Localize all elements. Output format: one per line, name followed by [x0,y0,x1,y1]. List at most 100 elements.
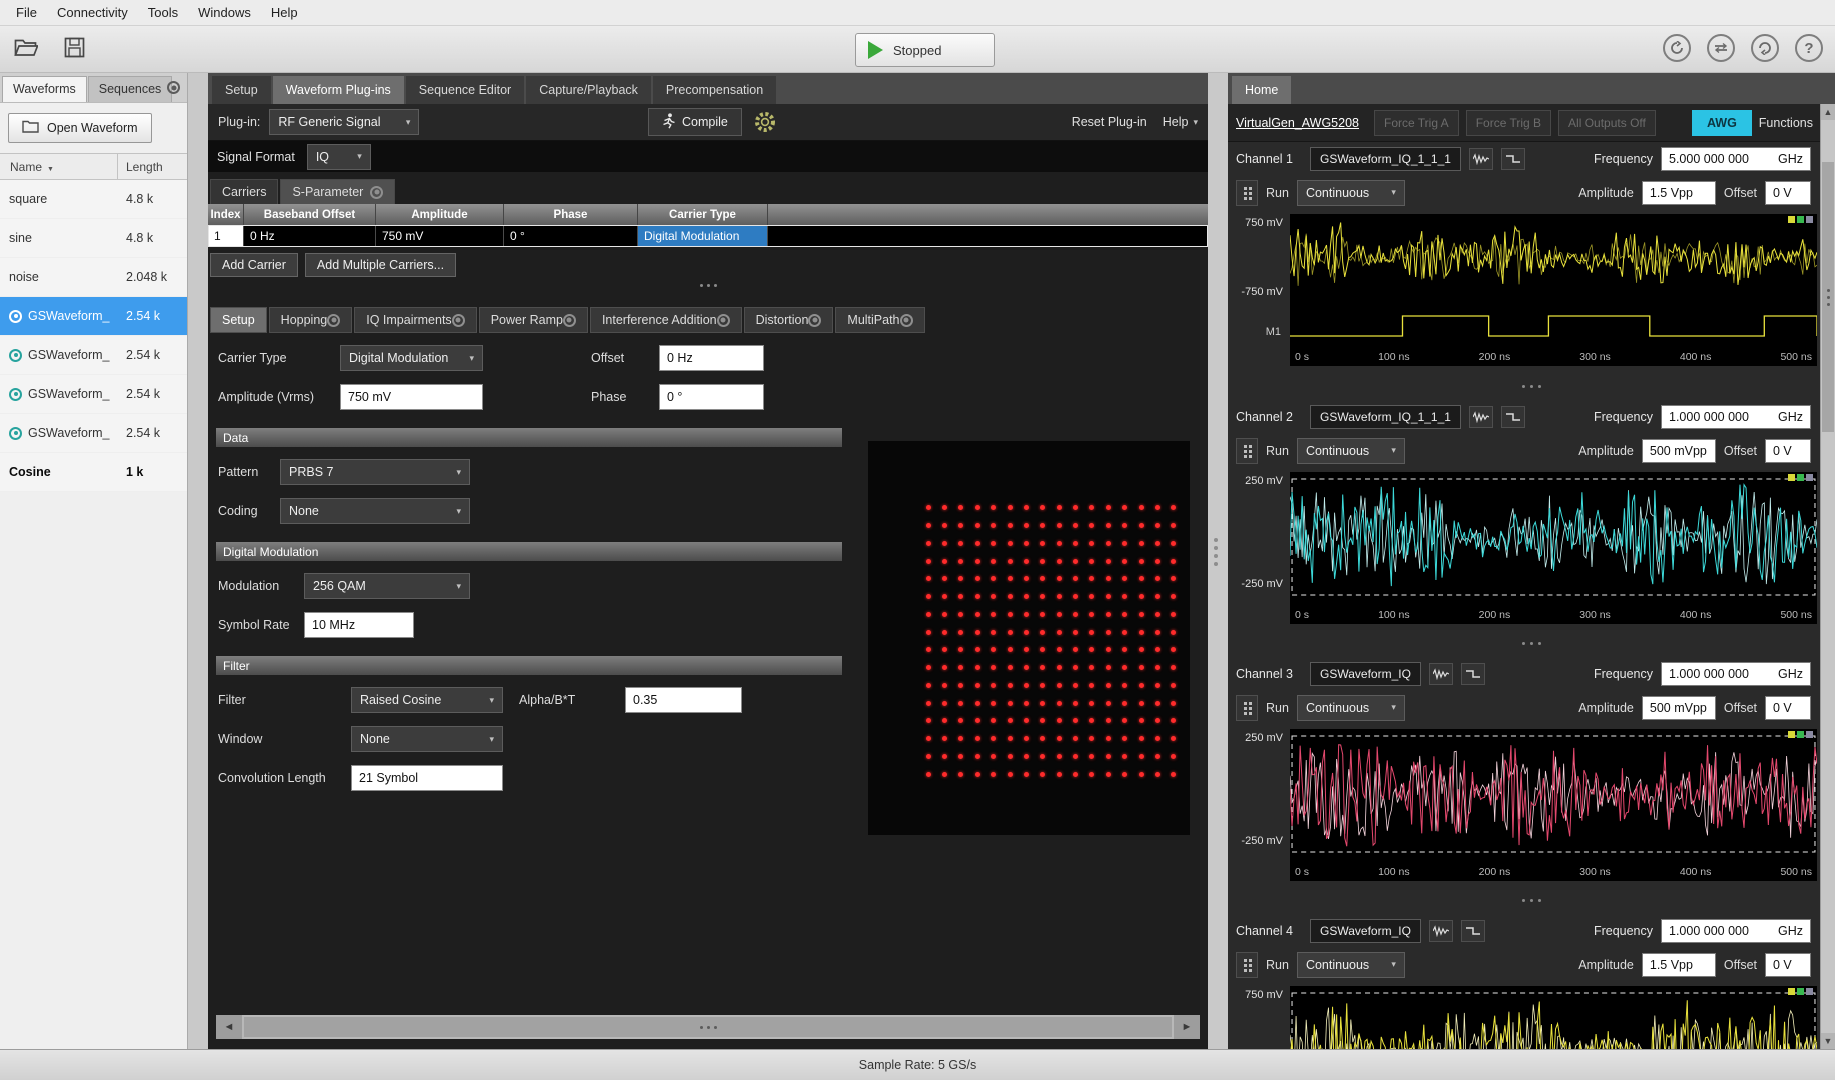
frequency-input[interactable]: 1.000 000 000GHz [1661,662,1811,686]
toggle-icon[interactable] [327,314,340,327]
tab-setup[interactable]: Setup [212,76,271,104]
list-item[interactable]: Cosine 1 k [0,453,187,492]
marker-icon[interactable] [1461,663,1485,685]
subtab-hopping[interactable]: Hopping [269,307,353,333]
waveform-icon[interactable] [1469,148,1493,170]
waveform-icon[interactable] [1469,406,1493,428]
modulation-select[interactable]: 256 QAM [304,573,470,599]
list-item[interactable]: sine 4.8 k [0,219,187,258]
menu-connectivity[interactable]: Connectivity [47,2,138,23]
amplitude-input[interactable]: 500 mVpp [1642,696,1716,720]
marker-icon[interactable] [1461,920,1485,942]
vertical-scrollbar[interactable] [1820,104,1835,1049]
window-select[interactable]: None [351,726,503,752]
channel-output-button[interactable] [1236,952,1258,978]
plugin-help-button[interactable]: Help [1163,115,1198,129]
compile-button[interactable]: Compile [648,108,742,136]
menu-help[interactable]: Help [261,2,308,23]
frequency-input[interactable]: 1.000 000 000GHz [1661,405,1811,429]
run-mode-select[interactable]: Continuous [1297,438,1405,464]
subtab-iq-impairments[interactable]: IQ Impairments [354,307,476,333]
plot-zoom-icons[interactable] [1788,988,1813,995]
amplitude-input[interactable]: 500 mVpp [1642,439,1716,463]
list-item[interactable]: GSWaveform_ 2.54 k [0,375,187,414]
frequency-input[interactable]: 1.000 000 000GHz [1661,919,1811,943]
list-item[interactable]: noise 2.048 k [0,258,187,297]
plugin-select[interactable]: RF Generic Signal [269,109,419,135]
horizontal-scrollbar[interactable] [216,1015,1200,1039]
marker-icon[interactable] [1501,406,1525,428]
open-waveform-button[interactable]: Open Waveform [8,113,152,143]
tab-waveform-plugins[interactable]: Waveform Plug-ins [273,76,404,104]
tab-home[interactable]: Home [1232,76,1291,104]
refresh-icon[interactable] [1751,34,1779,62]
offset-input[interactable]: 0 V [1765,953,1811,977]
gear-icon[interactable] [753,110,777,137]
scroll-right-icon[interactable] [1174,1015,1200,1039]
menu-tools[interactable]: Tools [138,2,188,23]
offset-input[interactable]: 0 V [1765,696,1811,720]
tab-precompensation[interactable]: Precompensation [653,76,776,104]
channel-splitter[interactable] [1228,372,1835,400]
sync-icon[interactable] [1707,34,1735,62]
plot-zoom-icons[interactable] [1788,731,1813,738]
channel-waveform-input[interactable]: GSWaveform_IQ [1310,662,1421,686]
toggle-icon[interactable] [900,314,913,327]
offset-input[interactable]: 0 V [1765,439,1811,463]
all-outputs-off-button[interactable]: All Outputs Off [1558,110,1656,136]
functions-button[interactable]: Functions [1759,116,1813,130]
channel-waveform-input[interactable]: GSWaveform_IQ [1310,919,1421,943]
reset-plugin-button[interactable]: Reset Plug-in [1072,115,1147,129]
toggle-icon[interactable] [563,314,576,327]
add-multiple-carriers-button[interactable]: Add Multiple Carriers... [305,253,456,277]
help-icon[interactable] [1795,34,1823,62]
force-trig-b-button[interactable]: Force Trig B [1466,110,1551,136]
alpha-input[interactable]: 0.35 [625,687,742,713]
run-state-button[interactable]: Stopped [855,33,995,67]
plot-zoom-icons[interactable] [1788,216,1813,223]
column-length[interactable]: Length [118,160,163,174]
table-row[interactable]: 1 0 Hz 750 mV 0 ° Digital Modulation [208,225,1208,247]
column-name[interactable]: Name [0,154,118,179]
subtab-setup[interactable]: Setup [210,307,267,333]
phase-input[interactable]: 0 ° [659,384,764,410]
splitter-handle[interactable] [208,277,1208,293]
tab-sequence-editor[interactable]: Sequence Editor [406,76,524,104]
subtab-power-ramp[interactable]: Power Ramp [479,307,588,333]
scroll-up-icon[interactable] [1821,104,1835,120]
open-folder-button[interactable] [8,33,44,65]
save-button[interactable] [56,33,92,65]
offset-input[interactable]: 0 V [1765,181,1811,205]
tab-capture-playback[interactable]: Capture/Playback [526,76,651,104]
menu-file[interactable]: File [6,2,47,23]
coding-select[interactable]: None [280,498,470,524]
subtab-distortion[interactable]: Distortion [744,307,834,333]
scroll-down-icon[interactable] [1821,1033,1835,1049]
scroll-left-icon[interactable] [216,1015,242,1039]
marker-icon[interactable] [1501,148,1525,170]
filter-select[interactable]: Raised Cosine [351,687,503,713]
tab-waveforms[interactable]: Waveforms [2,76,87,102]
toggle-icon[interactable] [452,314,465,327]
channel-output-button[interactable] [1236,695,1258,721]
channel-output-button[interactable] [1236,438,1258,464]
add-carrier-button[interactable]: Add Carrier [210,253,298,277]
run-mode-select[interactable]: Continuous [1297,695,1405,721]
frequency-input[interactable]: 5.000 000 000GHz [1661,147,1811,171]
pattern-select[interactable]: PRBS 7 [280,459,470,485]
tab-s-parameter[interactable]: S-Parameter [280,179,395,204]
waveform-icon[interactable] [1429,920,1453,942]
instrument-name-link[interactable]: VirtualGen_AWG5208 [1236,116,1359,130]
tab-carriers[interactable]: Carriers [210,179,278,204]
toggle-icon[interactable] [717,314,730,327]
carrier-type-select[interactable]: Digital Modulation [340,345,483,371]
offset-input[interactable]: 0 Hz [659,345,764,371]
list-item[interactable]: square 4.8 k [0,180,187,219]
force-trig-a-button[interactable]: Force Trig A [1374,110,1459,136]
plot-zoom-icons[interactable] [1788,474,1813,481]
awg-button[interactable]: AWG [1692,110,1752,136]
menu-windows[interactable]: Windows [188,2,261,23]
run-mode-select[interactable]: Continuous [1297,952,1405,978]
list-item[interactable]: GSWaveform_ 2.54 k [0,336,187,375]
tab-sequences[interactable]: Sequences [88,76,173,102]
